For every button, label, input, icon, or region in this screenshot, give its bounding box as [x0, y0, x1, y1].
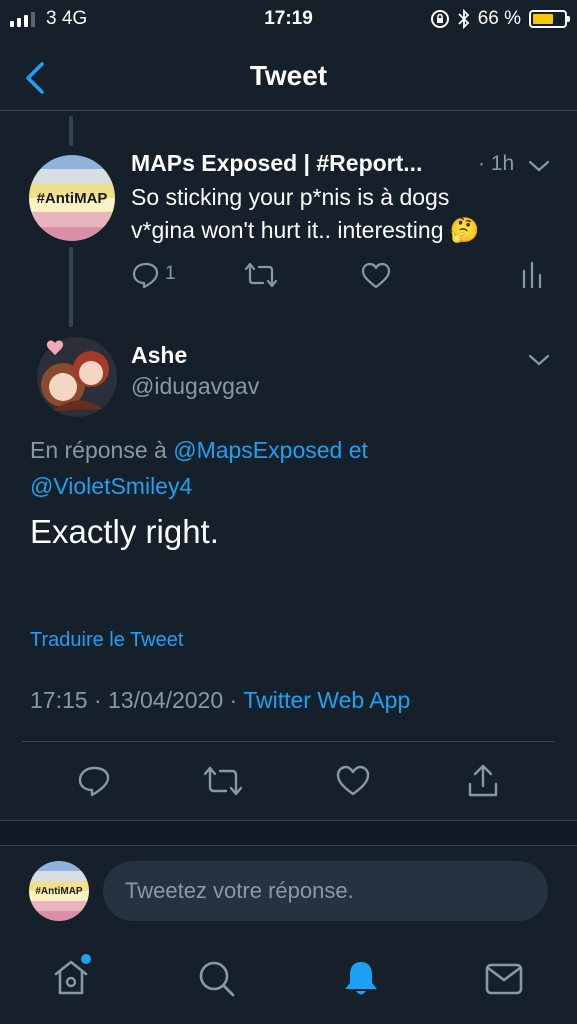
tweet-source[interactable]: Twitter Web App: [243, 687, 410, 713]
reply-icon[interactable]: [131, 261, 161, 289]
bottom-nav: [0, 940, 577, 1024]
nav-home[interactable]: [51, 954, 95, 998]
tweet-meta: 17:15 · 13/04/2020 · Twitter Web App: [30, 687, 410, 714]
meta-separator: ·: [229, 687, 238, 713]
reply-prefix: En réponse à: [30, 437, 167, 463]
status-bar: 3 4G 17:19 66 %: [0, 0, 577, 40]
reply-conjunction: et: [348, 437, 368, 463]
page-title: Tweet: [249, 60, 328, 91]
thread-line-top: [69, 116, 73, 146]
tweet-time: · 1h: [478, 152, 515, 175]
tweet-text-line1: So sticking your p*nis is à dogs: [131, 184, 450, 210]
search-icon[interactable]: [196, 958, 236, 998]
share-icon[interactable]: [466, 763, 500, 799]
meta-separator: ·: [93, 687, 102, 713]
reply-input[interactable]: Tweetez votre réponse.: [103, 861, 548, 921]
reply-avatar[interactable]: #AntiMAP: [29, 861, 89, 921]
avatar[interactable]: #AntiMAP: [29, 155, 115, 241]
divider: [22, 741, 555, 742]
mention-link[interactable]: @MapsExposed: [173, 437, 342, 463]
section-gap: [0, 821, 577, 845]
header: Tweet: [0, 48, 577, 111]
retweet-icon[interactable]: [244, 262, 278, 288]
tweet-author[interactable]: MAPs Exposed | #Report...: [131, 150, 422, 177]
tweet-text-line2-text: v*gina won't hurt it.. interesting: [131, 217, 444, 243]
section-divider: [0, 845, 577, 846]
retweet-icon[interactable]: [203, 766, 243, 796]
battery-icon: [529, 10, 570, 28]
ashe-avatar-icon: [37, 337, 117, 417]
tweet-time: 17:15: [30, 687, 88, 713]
author-handle[interactable]: @idugavgav: [131, 373, 259, 400]
author-name[interactable]: Ashe: [131, 342, 187, 369]
reply-context: En réponse à @MapsExposed et @VioletSmil…: [30, 432, 550, 504]
messages-icon[interactable]: [484, 962, 524, 996]
reply-placeholder: Tweetez votre réponse.: [125, 878, 354, 903]
new-content-dot: [81, 954, 91, 964]
translate-link[interactable]: Traduire le Tweet: [30, 629, 183, 652]
chevron-down-icon[interactable]: [526, 350, 552, 370]
chevron-down-icon[interactable]: [526, 156, 552, 176]
tweet-body: Exactly right.: [30, 513, 219, 550]
reply-icon[interactable]: [77, 765, 111, 797]
mention-link[interactable]: @VioletSmiley4: [30, 473, 192, 499]
notifications-icon[interactable]: [340, 958, 382, 1000]
stats-icon[interactable]: [521, 261, 543, 289]
avatar-label: #AntiMAP: [35, 885, 83, 897]
thread-line-bottom: [69, 247, 73, 327]
like-icon[interactable]: [335, 765, 371, 797]
reply-count: 1: [165, 263, 176, 284]
orientation-lock-icon: [430, 10, 449, 28]
thinking-emoji: 🤔: [449, 217, 480, 244]
tweet-date: 13/04/2020: [108, 687, 224, 713]
bluetooth-icon: [458, 9, 469, 29]
author-avatar[interactable]: [33, 331, 121, 419]
like-icon[interactable]: [361, 262, 391, 290]
tweet-text-line2: v*gina won't hurt it.. interesting 🤔: [131, 216, 480, 245]
avatar-label: #AntiMAP: [36, 189, 108, 207]
battery-percent: 66 %: [477, 8, 521, 29]
